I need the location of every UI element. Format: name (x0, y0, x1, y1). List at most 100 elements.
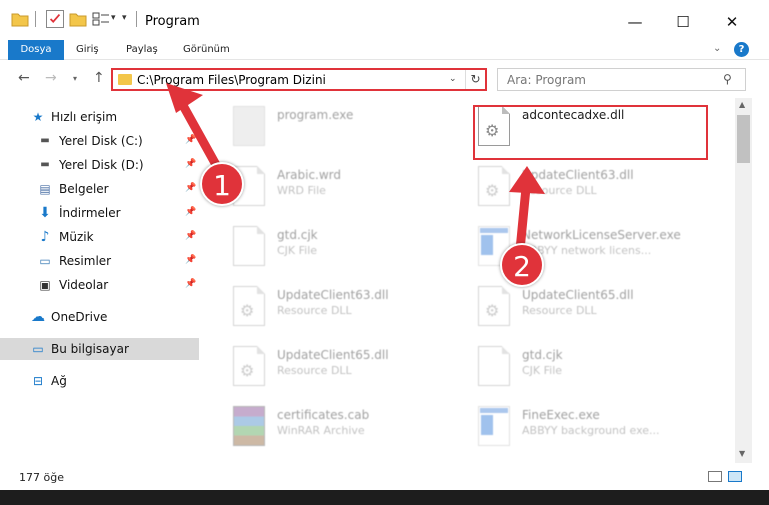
sidebar-item-pictures[interactable]: ▭ Resimler 📌 (0, 250, 199, 272)
sidebar-item-quick-access[interactable]: ★ Hızlı erişim (0, 106, 199, 128)
file-type: WRD File (277, 184, 326, 197)
sidebar-item-label: İndirmeler (59, 206, 121, 220)
back-arrow-icon[interactable]: ← (18, 70, 30, 86)
drive-icon: ▬ (40, 135, 50, 146)
star-icon: ★ (32, 110, 44, 124)
sidebar-item-label: OneDrive (51, 310, 108, 324)
file-item[interactable]: gtd.cjk CJK File (233, 224, 473, 276)
sidebar-item-onedrive[interactable]: ☁ OneDrive (0, 306, 199, 328)
scroll-up-icon[interactable]: ▲ (739, 100, 745, 109)
properties-icon[interactable] (46, 10, 64, 28)
pin-icon[interactable]: 📌 (185, 183, 196, 193)
search-icon[interactable]: ⚲ (723, 72, 732, 86)
dll-icon: ⚙ (478, 286, 510, 326)
folder-icon (118, 74, 132, 85)
file-name: gtd.cjk (277, 228, 318, 242)
search-input[interactable]: Ara: Program (507, 73, 586, 87)
chevron-down-icon[interactable]: ▾ (111, 13, 116, 23)
file-name: gtd.cjk (522, 348, 563, 362)
file-type: Resource DLL (522, 184, 597, 197)
program-icon (233, 106, 265, 146)
up-arrow-icon[interactable]: ↑ (93, 70, 105, 86)
help-icon[interactable]: ? (734, 42, 749, 57)
file-item[interactable]: ⚙ UpdateClient63.dll Resource DLL (233, 284, 473, 336)
navigation-bar: ← → ▾ ↑ C:\Program Files\Program Dizini … (0, 60, 769, 98)
sidebar-item-network[interactable]: ⊟ Ağ (0, 370, 199, 392)
expand-ribbon-icon[interactable]: ⌄ (713, 43, 721, 54)
maximize-button[interactable]: ☐ (660, 8, 706, 36)
sidebar-item-documents[interactable]: ▤ Belgeler 📌 (0, 178, 199, 200)
forward-arrow-icon[interactable]: → (45, 70, 57, 86)
file-item[interactable]: program.exe (233, 104, 473, 156)
sidebar-item-disk-d[interactable]: ▬ Yerel Disk (D:) 📌 (0, 154, 199, 176)
sidebar-item-disk-c[interactable]: ▬ Yerel Disk (C:) 📌 (0, 130, 199, 152)
scroll-thumb[interactable] (737, 115, 750, 163)
navigation-pane: ★ Hızlı erişim ▬ Yerel Disk (C:) 📌 ▬ Yer… (0, 98, 205, 463)
pictures-icon: ▭ (39, 254, 51, 268)
step-2-badge: 2 (500, 243, 544, 287)
customize-toolbar-icon[interactable]: ▾ (122, 13, 127, 23)
sidebar-item-label: Yerel Disk (D:) (59, 158, 144, 172)
scroll-down-icon[interactable]: ▼ (739, 449, 745, 458)
sidebar-item-label: Videolar (59, 278, 109, 292)
window-title: Program (145, 14, 200, 29)
sidebar-item-label: Resimler (59, 254, 112, 268)
large-icons-view-icon[interactable] (728, 471, 742, 482)
sidebar-item-label: Müzik (59, 230, 94, 244)
file-type: Resource DLL (522, 304, 597, 317)
minimize-button[interactable]: — (612, 8, 658, 36)
close-button[interactable]: ✕ (709, 8, 755, 36)
network-icon: ⊟ (32, 374, 44, 388)
file-item[interactable]: certificates.cab WinRAR Archive (233, 404, 473, 456)
sidebar-item-downloads[interactable]: ⬇ İndirmeler 📌 (0, 202, 199, 224)
folder-icon[interactable] (11, 10, 29, 28)
document-icon (478, 346, 510, 386)
view-options-icon[interactable] (92, 10, 110, 28)
sidebar-item-videos[interactable]: ▣ Videolar 📌 (0, 274, 199, 296)
file-type: CJK File (277, 244, 318, 257)
document-icon (233, 226, 265, 266)
file-item[interactable]: ⚙ UpdateClient65.dll Resource DLL (233, 344, 473, 396)
pin-icon[interactable]: 📌 (185, 231, 196, 241)
toolbar-separator (35, 11, 36, 27)
tab-file[interactable]: Dosya (8, 40, 64, 60)
file-item[interactable]: ⚙ UpdateClient65.dll Resource DLL (478, 284, 718, 336)
pin-icon[interactable]: 📌 (185, 159, 196, 169)
file-name: program.exe (277, 108, 354, 122)
computer-icon: ▭ (32, 342, 44, 356)
dll-icon: ⚙ (233, 346, 265, 386)
tab-view[interactable]: Görünüm (183, 40, 230, 60)
refresh-icon[interactable]: ↻ (465, 70, 485, 89)
new-folder-icon[interactable] (69, 10, 87, 28)
sidebar-item-music[interactable]: ♪ Müzik 📌 (0, 226, 199, 248)
sidebar-item-label: Belgeler (59, 182, 109, 196)
file-name: certificates.cab (277, 408, 370, 422)
address-bar[interactable]: C:\Program Files\Program Dizini ⌄ ↻ (111, 68, 487, 91)
tab-home[interactable]: Giriş (76, 40, 99, 60)
documents-icon: ▤ (39, 182, 51, 196)
recent-locations-icon[interactable]: ▾ (73, 74, 77, 83)
search-box[interactable]: Ara: Program ⚲ (497, 68, 746, 91)
file-type: Resource DLL (277, 364, 352, 377)
file-item[interactable]: FineExec.exe ABBYY background exe... (478, 404, 718, 456)
exe-icon (478, 406, 510, 446)
file-item[interactable]: gtd.cjk CJK File (478, 344, 718, 396)
vertical-scrollbar[interactable]: ▲ ▼ (735, 98, 752, 463)
pin-icon[interactable]: 📌 (185, 135, 196, 145)
pin-icon[interactable]: 📌 (185, 255, 196, 265)
sidebar-item-this-pc[interactable]: ▭ Bu bilgisayar (0, 338, 199, 360)
toolbar-separator (136, 11, 137, 27)
pin-icon[interactable]: 📌 (185, 207, 196, 217)
file-item[interactable]: ⚙ UpdateClient63.dll Resource DLL (478, 164, 718, 216)
address-path[interactable]: C:\Program Files\Program Dizini (137, 73, 326, 87)
file-type: ABBYY background exe... (522, 424, 660, 437)
file-item[interactable]: Arabic.wrd WRD File (233, 164, 473, 216)
file-highlight-box (473, 105, 708, 160)
details-view-icon[interactable] (708, 471, 722, 482)
tab-share[interactable]: Paylaş (126, 40, 158, 60)
address-dropdown-icon[interactable]: ⌄ (449, 74, 457, 84)
pin-icon[interactable]: 📌 (185, 279, 196, 289)
step-1-badge: 1 (200, 162, 244, 206)
file-name: Arabic.wrd (277, 168, 342, 182)
ribbon-tabs: Dosya Giriş Paylaş Görünüm ⌄ ? (0, 40, 769, 60)
